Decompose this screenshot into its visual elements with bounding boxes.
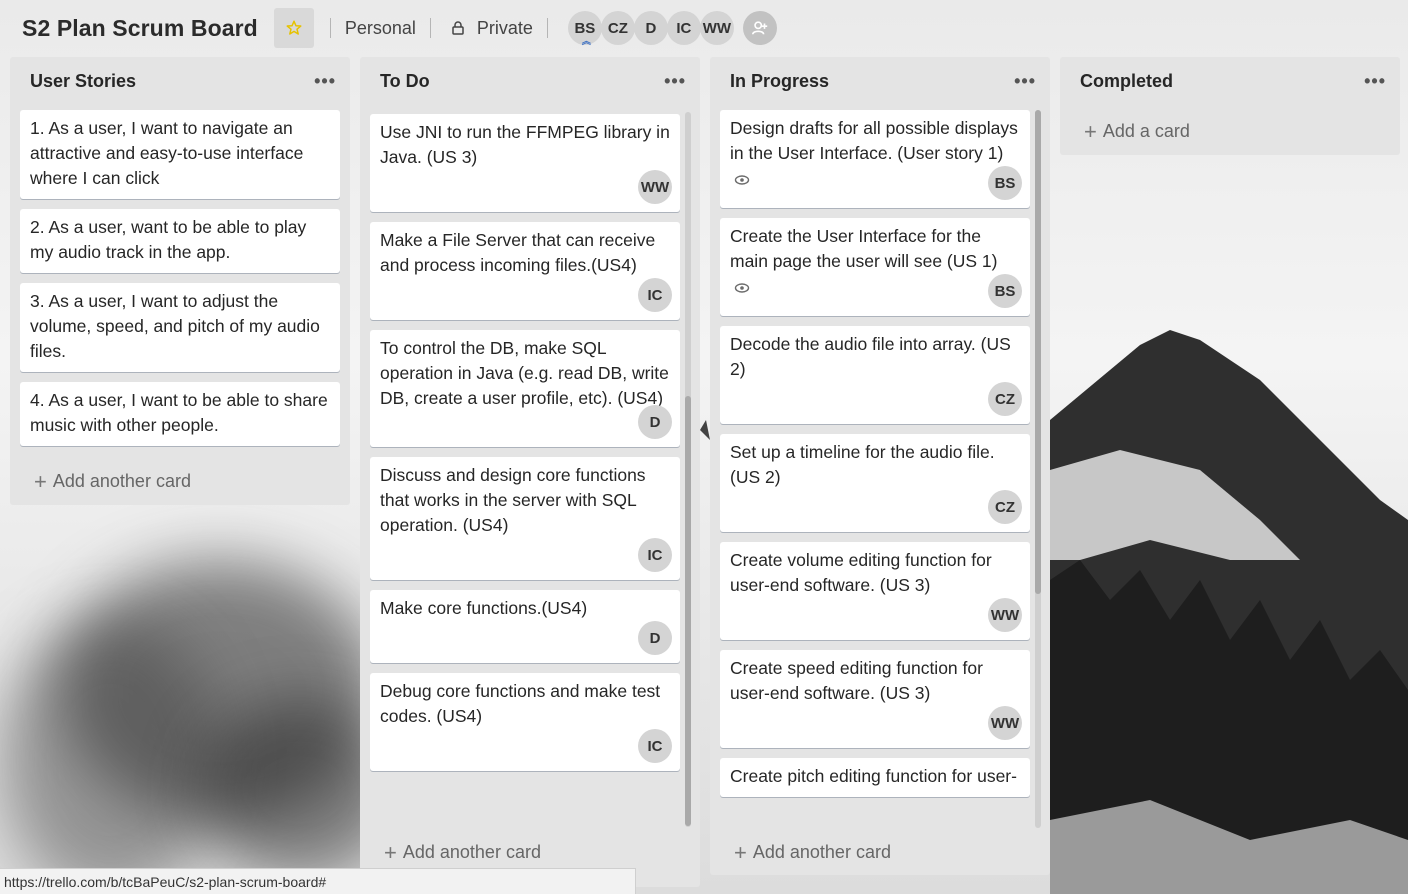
board-members: BS ︽ CZ D IC WW bbox=[567, 11, 734, 46]
list-title[interactable]: To Do bbox=[380, 71, 430, 92]
member-avatar[interactable]: WW bbox=[699, 11, 734, 45]
list-card[interactable]: Create volume editing function for user-… bbox=[720, 542, 1030, 640]
list-title[interactable]: In Progress bbox=[730, 71, 829, 92]
card-member-avatar[interactable]: BS bbox=[988, 166, 1022, 200]
list-card[interactable]: Debug core functions and make test codes… bbox=[370, 673, 680, 771]
card-member-avatar[interactable]: WW bbox=[988, 706, 1022, 740]
list-card[interactable]: Discuss and design core functions that w… bbox=[370, 457, 680, 580]
board-header: S2 Plan Scrum Board Personal Private BS ︽… bbox=[0, 0, 1408, 56]
list-in-progress: In Progress ••• Design drafts for all po… bbox=[710, 57, 1050, 875]
scrollbar-thumb[interactable] bbox=[685, 396, 691, 826]
card-title: 1. As a user, I want to navigate an attr… bbox=[30, 118, 304, 188]
card-member-avatar[interactable]: IC bbox=[638, 278, 672, 312]
list-menu-button[interactable]: ••• bbox=[664, 71, 686, 92]
list-card[interactable]: Set up a timeline for the audio file. (U… bbox=[720, 434, 1030, 532]
list-card[interactable]: 4. As a user, I want to be able to share… bbox=[20, 382, 340, 446]
card-member-avatar[interactable]: IC bbox=[638, 538, 672, 572]
list-card[interactable]: Make a File Server that can receive and … bbox=[370, 222, 680, 320]
browser-status-url: https://trello.com/b/tcBaPeuC/s2-plan-sc… bbox=[0, 868, 636, 894]
plus-icon: + bbox=[1084, 118, 1097, 144]
plus-icon: + bbox=[34, 468, 47, 494]
member-avatar[interactable]: D bbox=[633, 11, 668, 45]
card-title: 2. As a user, want to be able to play my… bbox=[30, 217, 307, 262]
invite-member-button[interactable] bbox=[742, 11, 777, 45]
list-user-stories: User Stories ••• 1. As a user, I want to… bbox=[10, 57, 350, 505]
list-to-do: To Do ••• Use JNI to run the FFMPEG libr… bbox=[360, 57, 700, 887]
card-member-avatar[interactable]: D bbox=[638, 621, 672, 655]
card-member-avatar[interactable]: CZ bbox=[988, 490, 1022, 524]
list-menu-button[interactable]: ••• bbox=[1014, 71, 1036, 92]
card-title: Use JNI to run the FFMPEG library in Jav… bbox=[380, 122, 670, 167]
member-avatar[interactable]: CZ bbox=[600, 11, 635, 45]
team-button[interactable]: Personal bbox=[341, 12, 420, 44]
member-avatar[interactable]: BS ︽ bbox=[567, 11, 602, 46]
card-title: 4. As a user, I want to be able to share… bbox=[30, 390, 328, 435]
card-member-avatar[interactable]: BS bbox=[988, 274, 1022, 308]
card-member-avatar[interactable]: WW bbox=[988, 598, 1022, 632]
header-divider bbox=[546, 18, 548, 38]
card-title: 3. As a user, I want to adjust the volum… bbox=[30, 291, 320, 361]
list-menu-button[interactable]: ••• bbox=[1364, 71, 1386, 92]
list-card[interactable]: Make core functions.(US4) D bbox=[370, 590, 680, 663]
add-card-button[interactable]: + Add another card bbox=[384, 839, 541, 865]
card-title: Create the User Interface for the main p… bbox=[730, 226, 998, 271]
visibility-button[interactable]: Private bbox=[441, 12, 537, 44]
add-person-icon bbox=[751, 21, 768, 35]
lock-icon bbox=[452, 21, 464, 35]
list-scrollbar[interactable] bbox=[1035, 110, 1041, 828]
card-member-avatar[interactable]: IC bbox=[638, 729, 672, 763]
card-title: Make a File Server that can receive and … bbox=[380, 230, 656, 275]
card-member-avatar[interactable]: WW bbox=[638, 170, 672, 204]
list-card[interactable]: Design drafts for all possible displays … bbox=[720, 110, 1030, 208]
scrollbar-thumb[interactable] bbox=[1035, 110, 1041, 594]
header-divider bbox=[429, 18, 431, 38]
card-member-avatar[interactable]: CZ bbox=[988, 382, 1022, 416]
card-title: Decode the audio file into array. (US 2) bbox=[730, 334, 1011, 379]
list-card[interactable]: Create the User Interface for the main p… bbox=[720, 218, 1030, 316]
list-card[interactable]: 1. As a user, I want to navigate an attr… bbox=[20, 110, 340, 199]
card-title: Design drafts for all possible displays … bbox=[730, 118, 1018, 163]
watch-eye-icon bbox=[734, 283, 750, 293]
list-title[interactable]: Completed bbox=[1080, 71, 1173, 92]
list-card[interactable]: 2. As a user, want to be able to play my… bbox=[20, 209, 340, 273]
add-card-button[interactable]: + Add another card bbox=[734, 839, 891, 865]
list-card[interactable]: Create pitch editing function for user- bbox=[720, 758, 1030, 797]
visibility-label: Private bbox=[476, 17, 533, 38]
list-card[interactable]: Decode the audio file into array. (US 2)… bbox=[720, 326, 1030, 424]
card-title: Create pitch editing function for user- bbox=[730, 766, 1017, 786]
add-card-button[interactable]: + Add a card bbox=[1084, 118, 1190, 144]
add-card-button[interactable]: + Add another card bbox=[34, 468, 191, 494]
watch-eye-icon bbox=[734, 175, 750, 185]
card-title: Create volume editing function for user-… bbox=[730, 550, 992, 595]
list-title[interactable]: User Stories bbox=[30, 71, 136, 92]
star-icon bbox=[286, 20, 302, 35]
list-card[interactable]: To control the DB, make SQL operation in… bbox=[370, 330, 680, 447]
card-title: To control the DB, make SQL operation in… bbox=[380, 338, 669, 408]
card-title: Set up a timeline for the audio file. (U… bbox=[730, 442, 995, 487]
card-title: Discuss and design core functions that w… bbox=[380, 465, 646, 535]
member-avatar[interactable]: IC bbox=[666, 11, 701, 45]
card-member-avatar[interactable]: D bbox=[638, 405, 672, 439]
card-title: Create speed editing function for user-e… bbox=[730, 658, 983, 703]
list-card[interactable]: Create speed editing function for user-e… bbox=[720, 650, 1030, 748]
list-completed: Completed ••• + Add a card bbox=[1060, 57, 1400, 155]
card-title: Make core functions.(US4) bbox=[380, 598, 588, 618]
list-menu-button[interactable]: ••• bbox=[314, 71, 336, 92]
card-title: Debug core functions and make test codes… bbox=[380, 681, 661, 726]
plus-icon: + bbox=[734, 839, 747, 865]
admin-badge-icon: ︽ bbox=[581, 36, 591, 46]
list-card[interactable]: Use JNI to run the FFMPEG library in Jav… bbox=[370, 114, 680, 212]
header-divider bbox=[329, 18, 331, 38]
list-scrollbar[interactable] bbox=[685, 112, 691, 827]
board-title[interactable]: S2 Plan Scrum Board bbox=[22, 15, 258, 42]
list-card[interactable]: 3. As a user, I want to adjust the volum… bbox=[20, 283, 340, 372]
plus-icon: + bbox=[384, 839, 397, 865]
star-board-button[interactable] bbox=[273, 8, 314, 48]
